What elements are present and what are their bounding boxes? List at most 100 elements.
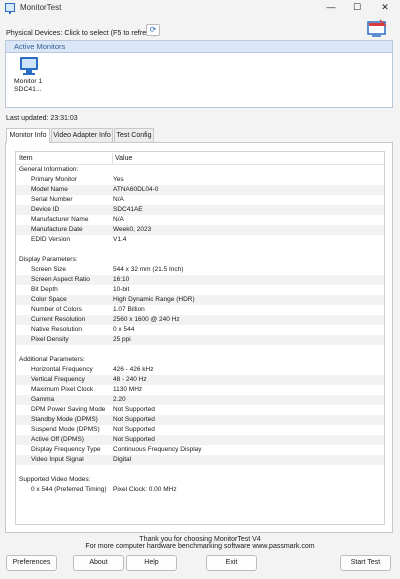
row-item-label: Native Resolution bbox=[31, 326, 82, 333]
row-value: 426 - 426 kHz bbox=[113, 366, 154, 373]
row-item-label: Screen Size bbox=[31, 266, 67, 273]
row-value: 0 x 544 bbox=[113, 326, 135, 333]
exit-button[interactable]: Exit bbox=[206, 555, 257, 571]
row-item-label: 0 x 544 (Preferred Timing) bbox=[31, 486, 107, 493]
row-value: Not Supported bbox=[113, 426, 155, 433]
row-value: 1.07 Billion bbox=[113, 306, 145, 313]
monitor-icon bbox=[14, 57, 54, 75]
table-row[interactable]: Primary Monitor Yes bbox=[16, 175, 384, 185]
blank-row bbox=[16, 465, 384, 475]
row-value: 544 x 32 mm (21.5 Inch) bbox=[113, 266, 184, 273]
tab-test-config[interactable]: Test Config bbox=[114, 128, 154, 142]
row-item-label: Serial Number bbox=[31, 196, 73, 203]
row-item-label: Color Space bbox=[31, 296, 67, 303]
table-row[interactable]: Manufacturer Name N/A bbox=[16, 215, 384, 225]
list-header: Item Value bbox=[16, 152, 384, 165]
monitor-id: SDC41... bbox=[14, 86, 42, 93]
row-item-label: Model Name bbox=[31, 186, 68, 193]
table-row[interactable]: Display Frequency Type Continuous Frequen… bbox=[16, 445, 384, 455]
table-row[interactable]: Manufacture Date Week0, 2023 bbox=[16, 225, 384, 235]
row-item-label: Maximum Pixel Clock bbox=[31, 386, 94, 393]
table-row[interactable]: Gamma 2.20 bbox=[16, 395, 384, 405]
monitor-item[interactable]: Monitor 1 SDC41... bbox=[14, 57, 54, 94]
row-item-label: Screen Aspect Ratio bbox=[31, 276, 90, 283]
refresh-button[interactable]: ⟳ bbox=[146, 24, 160, 36]
row-item-label: Manufacturer Name bbox=[31, 216, 89, 223]
row-item-label: Device ID bbox=[31, 206, 60, 213]
table-row[interactable]: Native Resolution 0 x 544 bbox=[16, 325, 384, 335]
table-row[interactable]: Serial Number N/A bbox=[16, 195, 384, 205]
start-test-button[interactable]: Start Test bbox=[340, 555, 391, 571]
table-row[interactable]: Standby Mode (DPMS) Not Supported bbox=[16, 415, 384, 425]
group-header-row[interactable]: Display Parameters: bbox=[16, 255, 384, 265]
table-row[interactable]: Bit Depth 10-bit bbox=[16, 285, 384, 295]
group-label: Supported Video Modes: bbox=[19, 476, 91, 483]
row-item-label: DPM Power Saving Mode bbox=[31, 406, 106, 413]
table-row[interactable]: Pixel Density 25 ppi bbox=[16, 335, 384, 345]
table-row[interactable]: Screen Size 544 x 32 mm (21.5 Inch) bbox=[16, 265, 384, 275]
row-item-label: Manufacture Date bbox=[31, 226, 83, 233]
table-row[interactable]: Screen Aspect Ratio 16:10 bbox=[16, 275, 384, 285]
refresh-icon: ⟳ bbox=[149, 25, 157, 34]
row-item-label: Display Frequency Type bbox=[31, 446, 101, 453]
maximize-button[interactable]: ☐ bbox=[344, 0, 370, 16]
tab-video-adapter-info[interactable]: Video Adapter Info bbox=[51, 128, 113, 142]
row-value: Pixel Clock: 0.00 MHz bbox=[113, 486, 177, 493]
row-value: N/A bbox=[113, 196, 124, 203]
help-button[interactable]: Help bbox=[126, 555, 177, 571]
row-value: 10-bit bbox=[113, 286, 130, 293]
row-value: Not Supported bbox=[113, 416, 155, 423]
table-row[interactable]: Video Input Signal Digital bbox=[16, 455, 384, 465]
website-text: For more computer hardware benchmarking … bbox=[85, 543, 315, 550]
group-header-row[interactable]: Additional Parameters: bbox=[16, 355, 384, 365]
monitor-info-panel: Item Value General Information: Primary M… bbox=[5, 142, 393, 533]
minimize-button[interactable]: — bbox=[318, 0, 344, 16]
table-row[interactable]: Number of Colors 1.07 Billion bbox=[16, 305, 384, 315]
group-label: Additional Parameters: bbox=[19, 356, 85, 363]
last-updated-label: Last updated: 23:31:03 bbox=[6, 115, 78, 122]
table-row[interactable]: Color Space High Dynamic Range (HDR) bbox=[16, 295, 384, 305]
physical-devices-label: Physical Devices: Click to select (F5 to… bbox=[6, 28, 157, 37]
table-row[interactable]: Suspend Mode (DPMS) Not Supported bbox=[16, 425, 384, 435]
monitor-name: Monitor 1 bbox=[14, 78, 43, 85]
row-value: N/A bbox=[113, 216, 124, 223]
row-value: Continuous Frequency Display bbox=[113, 446, 202, 453]
row-item-label: Horizontal Frequency bbox=[31, 366, 93, 373]
row-item-label: Current Resolution bbox=[31, 316, 86, 323]
table-row[interactable]: DPM Power Saving Mode Not Supported bbox=[16, 405, 384, 415]
title-bar: MonitorTest — ☐ ✕ bbox=[0, 0, 400, 16]
row-value: 2560 x 1600 @ 240 Hz bbox=[113, 316, 180, 323]
column-value-header[interactable]: Value bbox=[115, 155, 132, 162]
app-monitor-icon bbox=[5, 3, 15, 14]
row-item-label: Suspend Mode (DPMS) bbox=[31, 426, 100, 433]
table-row[interactable]: 0 x 544 (Preferred Timing) Pixel Clock: 0… bbox=[16, 485, 384, 495]
table-row[interactable]: Vertical Frequency 48 - 240 Hz bbox=[16, 375, 384, 385]
table-row[interactable]: Horizontal Frequency 426 - 426 kHz bbox=[16, 365, 384, 375]
group-header-row[interactable]: Supported Video Modes: bbox=[16, 475, 384, 485]
row-value: Week0, 2023 bbox=[113, 226, 152, 233]
list-rows: General Information: Primary Monitor Yes Mo… bbox=[16, 165, 384, 495]
table-row[interactable]: EDID Version V1.4 bbox=[16, 235, 384, 245]
tab-monitor-info[interactable]: Monitor Info bbox=[6, 128, 50, 143]
close-button[interactable]: ✕ bbox=[372, 0, 398, 16]
about-button[interactable]: About bbox=[73, 555, 124, 571]
monitor-info-list[interactable]: Item Value General Information: Primary M… bbox=[15, 151, 385, 525]
row-value: 25 ppi bbox=[113, 336, 131, 343]
row-item-label: Vertical Frequency bbox=[31, 376, 85, 383]
table-row[interactable]: Device ID SDC41AE bbox=[16, 205, 384, 215]
group-label: General Information: bbox=[19, 166, 79, 173]
row-value: Digital bbox=[113, 456, 132, 463]
active-monitors-panel: Active Monitors Monitor 1 SDC41... bbox=[5, 40, 393, 108]
blank-row bbox=[16, 245, 384, 255]
preferences-button[interactable]: Preferences bbox=[6, 555, 57, 571]
active-monitors-header: Active Monitors bbox=[6, 41, 392, 53]
passmark-logo-icon bbox=[367, 19, 387, 37]
table-row[interactable]: Current Resolution 2560 x 1600 @ 240 Hz bbox=[16, 315, 384, 325]
column-item-header[interactable]: Item bbox=[19, 155, 33, 162]
table-row[interactable]: Maximum Pixel Clock 1130 MHz bbox=[16, 385, 384, 395]
row-value: 48 - 240 Hz bbox=[113, 376, 147, 383]
table-row[interactable]: Model Name ATNA60DL04-0 bbox=[16, 185, 384, 195]
table-row[interactable]: Active Off (DPMS) Not Supported bbox=[16, 435, 384, 445]
row-item-label: EDID Version bbox=[31, 236, 71, 243]
group-header-row[interactable]: General Information: bbox=[16, 165, 384, 175]
